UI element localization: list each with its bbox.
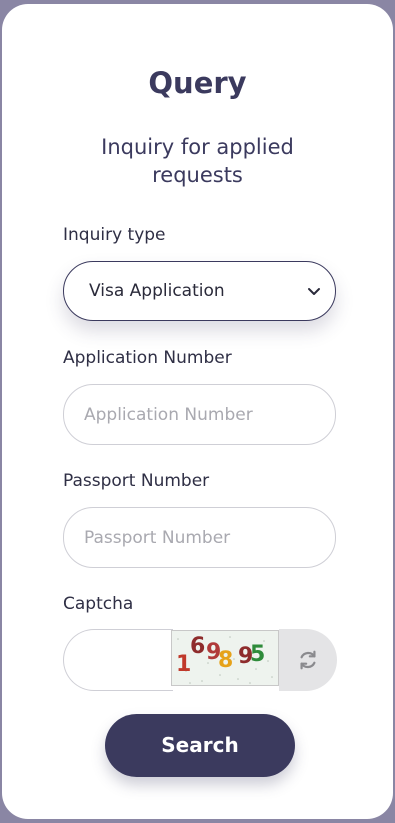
captcha-char: 6 — [190, 634, 205, 659]
captcha-label: Captcha — [63, 594, 134, 614]
passport-number-placeholder: Passport Number — [84, 528, 231, 548]
inquiry-type-value: Visa Application — [89, 281, 225, 301]
inquiry-type-select[interactable]: Visa Application — [63, 261, 336, 321]
query-card: Query Inquiry for applied requests Inqui… — [2, 4, 393, 819]
application-number-placeholder: Application Number — [84, 405, 253, 425]
search-button[interactable]: Search — [105, 714, 295, 777]
inquiry-type-label: Inquiry type — [63, 225, 166, 245]
application-number-label: Application Number — [63, 348, 232, 368]
passport-number-input[interactable]: Passport Number — [63, 507, 336, 568]
page-title: Query — [148, 66, 247, 100]
refresh-icon — [300, 650, 316, 670]
captcha-input[interactable] — [63, 629, 173, 691]
application-number-input[interactable]: Application Number — [63, 384, 336, 445]
captcha-code: 1698 95 — [176, 634, 265, 677]
captcha-char: 5 — [250, 642, 265, 667]
chevron-down-icon — [308, 288, 320, 295]
captcha-noise: 1698 95 — [176, 634, 273, 684]
captcha-image: 1698 95 — [171, 630, 279, 686]
passport-number-label: Passport Number — [63, 471, 210, 491]
captcha-char: 8 — [218, 648, 233, 673]
captcha-refresh-button[interactable] — [279, 629, 337, 691]
page-subtitle: Inquiry for applied requests — [101, 135, 294, 187]
